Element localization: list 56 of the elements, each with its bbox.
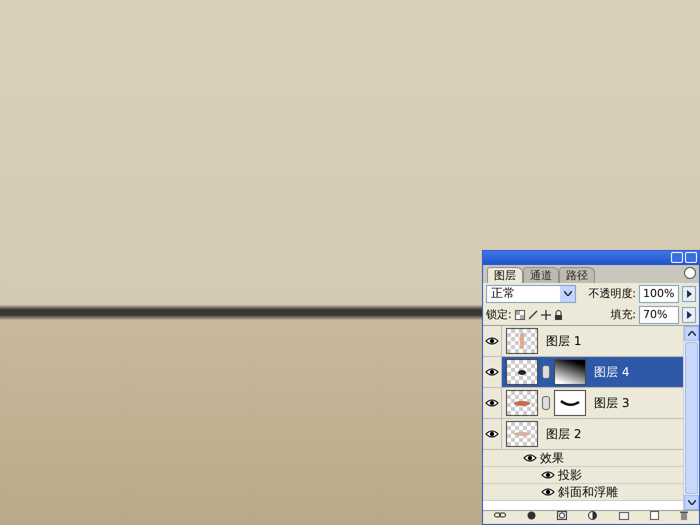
minimize-button[interactable]: [671, 252, 683, 263]
close-button[interactable]: [685, 252, 697, 263]
layer-name: 图层 1: [546, 332, 582, 350]
shape-thumbnail-icon: [518, 370, 526, 374]
panel-tab[interactable]: 图层: [487, 267, 523, 283]
effect-name: 斜面和浮雕: [558, 484, 618, 500]
scroll-up-button[interactable]: [684, 326, 699, 341]
move-icon[interactable]: [540, 310, 551, 320]
adjustment-icon[interactable]: [588, 511, 598, 520]
lips-thumbnail-icon: [514, 400, 530, 406]
effect-name: 投影: [558, 466, 582, 484]
stroke-mask-icon: [560, 400, 580, 406]
layer-name: 图层 4: [594, 364, 630, 380]
layer-name: 图层 2: [546, 426, 582, 442]
layer-row[interactable]: 图层 2: [483, 419, 683, 450]
panel-tab[interactable]: 路径: [559, 267, 595, 283]
eye-icon[interactable]: [541, 488, 555, 496]
chevron-up-icon: [688, 331, 696, 336]
effects-icon[interactable]: [526, 511, 536, 520]
smudge-thumbnail-icon: [514, 432, 530, 436]
lock-label: 锁定:: [486, 307, 512, 322]
layer-row[interactable]: 图层 4: [483, 357, 683, 388]
eye-icon[interactable]: [523, 454, 537, 462]
layer-name: 图层 3: [594, 394, 630, 412]
link-icon[interactable]: [494, 511, 506, 519]
eye-icon[interactable]: [485, 399, 499, 407]
arrow-right-icon: [686, 290, 692, 298]
eye-icon[interactable]: [485, 368, 499, 376]
new-layer-icon[interactable]: [650, 511, 660, 520]
blend-mode-dropdown[interactable]: 正常: [486, 284, 576, 302]
mask-icon[interactable]: [557, 511, 568, 520]
lock-icon[interactable]: [554, 310, 563, 320]
eye-icon[interactable]: [541, 471, 555, 479]
layer-row[interactable]: 图层 1: [483, 326, 683, 357]
panel-menu-button[interactable]: [684, 267, 696, 279]
arrow-right-icon: [686, 310, 692, 318]
layer-row[interactable]: 图层 3: [483, 388, 683, 419]
opacity-field[interactable]: 100%: [639, 284, 679, 302]
scrollbar-thumb[interactable]: [685, 342, 698, 494]
link-icon[interactable]: [542, 365, 550, 379]
link-icon[interactable]: [542, 396, 550, 410]
figure-thumbnail-icon: [519, 333, 525, 349]
trash-icon[interactable]: [680, 511, 688, 520]
fill-label: 填充:: [610, 307, 636, 322]
fill-field[interactable]: 70%: [639, 306, 679, 324]
fill-slider-button[interactable]: [682, 306, 696, 322]
eye-icon[interactable]: [485, 337, 499, 345]
eye-icon[interactable]: [485, 430, 499, 438]
chevron-down-icon: [688, 500, 696, 505]
scroll-down-button[interactable]: [684, 495, 699, 510]
opacity-label: 不透明度:: [588, 286, 636, 301]
effects-label: 效果: [540, 450, 564, 466]
opacity-slider-button[interactable]: [682, 286, 696, 302]
checkerboard-icon[interactable]: [514, 310, 525, 320]
chevron-down-icon: [564, 291, 572, 296]
panel-tab[interactable]: 通道: [523, 267, 559, 283]
